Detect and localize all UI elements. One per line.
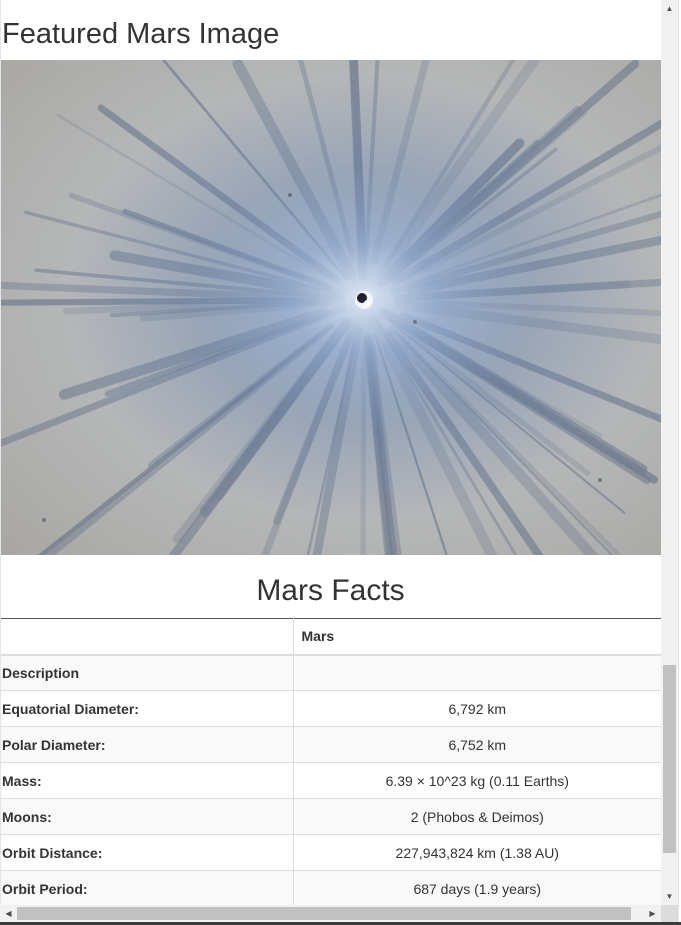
scroll-up-arrow-icon[interactable]: ▲ (661, 0, 678, 17)
row-value-orbit-distance: 227,943,824 km (1.38 AU) (293, 834, 661, 871)
row-label-polar-diameter: Polar Diameter: (0, 726, 294, 763)
vertical-scrollbar-thumb[interactable] (663, 665, 676, 853)
row-value-equatorial-diameter: 6,792 km (293, 690, 661, 727)
row-label-orbit-distance: Orbit Distance: (0, 834, 294, 871)
table-row: Orbit Distance: 227,943,824 km (1.38 AU) (0, 834, 661, 871)
mars-facts-heading: Mars Facts (256, 574, 405, 607)
row-label-mass: Mass: (0, 762, 294, 799)
table-header-row: Mars (0, 618, 661, 656)
table-row: Moons: 2 (Phobos & Deimos) (0, 798, 661, 835)
table-row: Description (0, 654, 661, 691)
table-row: Orbit Period: 687 days (1.9 years) (0, 870, 661, 905)
row-value-moons: 2 (Phobos & Deimos) (293, 798, 661, 835)
table-row: Mass: 6.39 × 10^23 kg (0.11 Earths) (0, 762, 661, 799)
row-value-polar-diameter: 6,752 km (293, 726, 661, 763)
table-row: Polar Diameter: 6,752 km (0, 726, 661, 763)
row-label-moons: Moons: (0, 798, 294, 835)
scroll-right-arrow-icon[interactable]: ▶ (644, 905, 661, 922)
window-left-edge (0, 0, 1, 905)
row-value-mass: 6.39 × 10^23 kg (0.11 Earths) (293, 762, 661, 799)
featured-mars-image[interactable] (0, 60, 661, 555)
table-row: Equatorial Diameter: 6,792 km (0, 690, 661, 727)
row-value-orbit-period: 687 days (1.9 years) (293, 870, 661, 905)
table-header-mars: Mars (293, 618, 661, 656)
row-label-equatorial-diameter: Equatorial Diameter: (0, 690, 294, 727)
scroll-left-arrow-icon[interactable]: ◀ (0, 905, 17, 922)
row-label-orbit-period: Orbit Period: (0, 870, 294, 905)
scroll-down-arrow-icon[interactable]: ▼ (661, 888, 678, 905)
row-label-description: Description (0, 654, 294, 691)
horizontal-scrollbar[interactable]: ◀ ▶ (0, 905, 661, 922)
mars-facts-table: Mars Description Equatorial Diameter: 6,… (0, 618, 661, 905)
scrollbar-corner (661, 905, 678, 922)
row-value-description (293, 654, 661, 691)
table-header-empty (0, 618, 294, 656)
page-viewport: Featured Mars Image Mars Facts Mars Desc… (0, 0, 661, 905)
featured-image-heading: Featured Mars Image (2, 18, 280, 50)
vertical-scrollbar[interactable]: ▲ ▼ (661, 0, 678, 905)
horizontal-scrollbar-thumb[interactable] (17, 907, 631, 920)
